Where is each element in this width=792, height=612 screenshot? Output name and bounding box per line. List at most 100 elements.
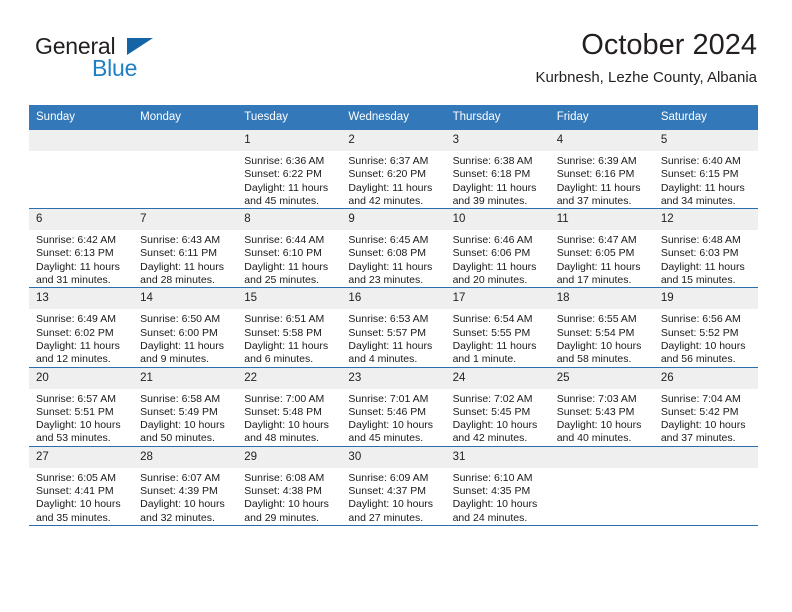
- calendar-week-row: 27 Sunrise: 6:05 AM Sunset: 4:41 PM Dayligh…: [29, 446, 758, 526]
- sunset-text: Sunset: 5:58 PM: [244, 326, 322, 339]
- sunrise-text: Sunrise: 6:49 AM: [36, 313, 116, 326]
- daylight-text: Daylight: 10 hours and 56 minutes.: [660, 339, 746, 366]
- calendar-day-cell[interactable]: 22 Sunrise: 7:00 AM Sunset: 5:48 PM Dayligh…: [237, 367, 342, 447]
- daylight-text: Daylight: 11 hours and 4 minutes.: [348, 339, 433, 366]
- sunset-text: Sunset: 6:16 PM: [556, 168, 635, 181]
- daylight-text: Daylight: 11 hours and 25 minutes.: [244, 260, 329, 287]
- day-number: [133, 130, 238, 151]
- day-info: Sunrise: 6:55 AM Sunset: 5:54 PM Daylight:…: [550, 309, 654, 366]
- sunset-text: Sunset: 5:57 PM: [348, 326, 427, 339]
- weekday-header-tuesday: Tuesday: [237, 105, 342, 130]
- day-info: Sunrise: 6:44 AM Sunset: 6:10 PM Daylight:…: [237, 230, 341, 287]
- calendar-day-cell[interactable]: 20 Sunrise: 6:57 AM Sunset: 5:51 PM Dayligh…: [29, 367, 134, 447]
- calendar-day-cell[interactable]: 31 Sunrise: 6:10 AM Sunset: 4:35 PM Dayligh…: [445, 446, 550, 526]
- day-info: Sunrise: 7:00 AM Sunset: 5:48 PM Daylight:…: [237, 389, 341, 446]
- day-number: 16: [341, 288, 446, 310]
- sunrise-text: Sunrise: 6:37 AM: [348, 155, 429, 167]
- sunrise-text: Sunrise: 6:45 AM: [348, 234, 429, 247]
- sunset-text: Sunset: 4:37 PM: [348, 485, 427, 498]
- sunrise-text: Sunrise: 6:10 AM: [452, 471, 533, 484]
- calendar-day-cell[interactable]: 17 Sunrise: 6:54 AM Sunset: 5:55 PM Dayligh…: [445, 287, 550, 368]
- calendar-day-cell[interactable]: 7 Sunrise: 6:43 AM Sunset: 6:11 PM Daylight…: [133, 208, 238, 289]
- calendar-day-cell[interactable]: 21 Sunrise: 6:58 AM Sunset: 5:49 PM Dayligh…: [133, 367, 238, 447]
- calendar-day-cell[interactable]: 3 Sunrise: 6:38 AM Sunset: 6:18 PM Daylight…: [445, 130, 550, 210]
- sunset-text: Sunset: 4:39 PM: [140, 485, 218, 498]
- calendar-day-cell[interactable]: 6 Sunrise: 6:42 AM Sunset: 6:13 PM Daylight…: [29, 208, 134, 289]
- calendar-day-cell[interactable]: 2 Sunrise: 6:37 AM Sunset: 6:20 PM Daylight…: [341, 130, 446, 210]
- calendar-day-cell[interactable]: 28 Sunrise: 6:07 AM Sunset: 4:39 PM Dayligh…: [133, 446, 238, 526]
- daylight-text: Daylight: 11 hours and 20 minutes.: [452, 260, 537, 287]
- sunrise-text: Sunrise: 6:51 AM: [244, 313, 325, 326]
- calendar-day-cell[interactable]: 12 Sunrise: 6:48 AM Sunset: 6:03 PM Dayligh…: [653, 208, 758, 289]
- daylight-text: Daylight: 11 hours and 45 minutes.: [244, 181, 329, 207]
- calendar-day-cell[interactable]: 10 Sunrise: 6:46 AM Sunset: 6:06 PM Dayligh…: [445, 208, 550, 289]
- calendar-day-cell[interactable]: 23 Sunrise: 7:01 AM Sunset: 5:46 PM Dayligh…: [341, 367, 446, 447]
- sunrise-text: Sunrise: 6:53 AM: [348, 313, 429, 326]
- day-number: 25: [549, 367, 654, 389]
- calendar-day-cell[interactable]: 25 Sunrise: 7:03 AM Sunset: 5:43 PM Dayligh…: [549, 367, 654, 447]
- day-number: [653, 446, 758, 468]
- sunrise-text: Sunrise: 6:09 AM: [348, 471, 429, 484]
- sunset-text: Sunset: 6:02 PM: [36, 326, 114, 339]
- sunset-text: Sunset: 6:15 PM: [660, 168, 739, 181]
- calendar-day-cell[interactable]: 1 Sunrise: 6:36 AM Sunset: 6:22 PM Daylight…: [237, 130, 342, 210]
- calendar-day-cell[interactable]: 24 Sunrise: 7:02 AM Sunset: 5:45 PM Dayligh…: [445, 367, 550, 447]
- sunrise-text: Sunrise: 6:55 AM: [556, 313, 637, 326]
- calendar-day-cell[interactable]: 19 Sunrise: 6:56 AM Sunset: 5:52 PM Dayligh…: [653, 287, 758, 368]
- day-number: 28: [133, 446, 238, 468]
- day-number: 24: [445, 367, 550, 389]
- daylight-text: Daylight: 11 hours and 9 minutes.: [140, 339, 224, 366]
- page-header: General Blue October 2024 Kurbnesh, Lezh…: [0, 0, 792, 100]
- day-number: 22: [237, 367, 342, 389]
- calendar-day-cell[interactable]: 5 Sunrise: 6:40 AM Sunset: 6:15 PM Daylight…: [653, 130, 758, 210]
- sunset-text: Sunset: 6:06 PM: [452, 247, 531, 260]
- calendar-day-cell[interactable]: 16 Sunrise: 6:53 AM Sunset: 5:57 PM Dayligh…: [341, 287, 446, 368]
- calendar-week-row: 1 Sunrise: 6:36 AM Sunset: 6:22 PM Daylight…: [29, 130, 758, 210]
- day-info: Sunrise: 6:10 AM Sunset: 4:35 PM Daylight:…: [446, 468, 550, 525]
- sunrise-text: Sunrise: 6:05 AM: [36, 471, 116, 484]
- day-number: 4: [549, 130, 654, 151]
- calendar-day-cell[interactable]: 11 Sunrise: 6:47 AM Sunset: 6:05 PM Dayligh…: [549, 208, 654, 289]
- calendar-day-cell[interactable]: 4 Sunrise: 6:39 AM Sunset: 6:16 PM Daylight…: [549, 130, 654, 210]
- sunset-text: Sunset: 6:08 PM: [348, 247, 427, 260]
- day-info: Sunrise: 6:37 AM Sunset: 6:20 PM Daylight:…: [341, 151, 445, 208]
- day-info: Sunrise: 6:07 AM Sunset: 4:39 PM Daylight:…: [133, 468, 237, 525]
- daylight-text: Daylight: 11 hours and 23 minutes.: [348, 260, 433, 287]
- calendar-day-cell[interactable]: 14 Sunrise: 6:50 AM Sunset: 6:00 PM Dayligh…: [133, 287, 238, 368]
- calendar-day-cell[interactable]: 13 Sunrise: 6:49 AM Sunset: 6:02 PM Dayligh…: [29, 287, 134, 368]
- daylight-text: Daylight: 10 hours and 37 minutes.: [660, 419, 746, 445]
- calendar-day-cell[interactable]: 15 Sunrise: 6:51 AM Sunset: 5:58 PM Dayligh…: [237, 287, 342, 368]
- sunrise-text: Sunrise: 6:58 AM: [140, 392, 221, 405]
- sunset-text: Sunset: 4:41 PM: [36, 485, 114, 498]
- calendar-day-cell[interactable]: 29 Sunrise: 6:08 AM Sunset: 4:38 PM Dayligh…: [237, 446, 342, 526]
- calendar-day-cell[interactable]: 8 Sunrise: 6:44 AM Sunset: 6:10 PM Daylight…: [237, 208, 342, 289]
- sunrise-text: Sunrise: 6:40 AM: [660, 155, 741, 167]
- daylight-text: Daylight: 11 hours and 34 minutes.: [660, 181, 745, 207]
- calendar-day-cell[interactable]: 26 Sunrise: 7:04 AM Sunset: 5:42 PM Dayligh…: [653, 367, 758, 447]
- calendar-day-cell[interactable]: 18 Sunrise: 6:55 AM Sunset: 5:54 PM Dayligh…: [549, 287, 654, 368]
- calendar-day-cell[interactable]: 9 Sunrise: 6:45 AM Sunset: 6:08 PM Daylight…: [341, 208, 446, 289]
- general-blue-logo[interactable]: General Blue: [35, 33, 255, 85]
- daylight-text: Daylight: 11 hours and 17 minutes.: [556, 260, 641, 287]
- calendar-day-cell[interactable]: 30 Sunrise: 6:09 AM Sunset: 4:37 PM Dayligh…: [341, 446, 446, 526]
- day-info: Sunrise: 7:01 AM Sunset: 5:46 PM Daylight:…: [341, 389, 445, 446]
- day-number: 19: [653, 288, 758, 310]
- day-number: 17: [445, 288, 550, 310]
- title-block: October 2024 Kurbnesh, Lezhe County, Alb…: [535, 28, 757, 89]
- sunset-text: Sunset: 6:00 PM: [140, 326, 218, 339]
- sunset-text: Sunset: 5:51 PM: [36, 405, 114, 418]
- sunset-text: Sunset: 5:43 PM: [556, 405, 635, 418]
- day-info: Sunrise: 6:09 AM Sunset: 4:37 PM Daylight:…: [341, 468, 445, 525]
- day-info: Sunrise: 6:45 AM Sunset: 6:08 PM Daylight:…: [341, 230, 445, 287]
- daylight-text: Daylight: 11 hours and 6 minutes.: [244, 339, 329, 366]
- day-info: Sunrise: 6:57 AM Sunset: 5:51 PM Daylight:…: [29, 389, 133, 446]
- day-number: 10: [445, 209, 550, 231]
- day-number: 2: [341, 130, 446, 151]
- sunrise-text: Sunrise: 6:43 AM: [140, 234, 221, 247]
- day-info: Sunrise: 6:49 AM Sunset: 6:02 PM Daylight:…: [29, 309, 133, 366]
- sunset-text: Sunset: 4:38 PM: [244, 485, 322, 498]
- calendar-day-cell[interactable]: 27 Sunrise: 6:05 AM Sunset: 4:41 PM Dayligh…: [29, 446, 134, 526]
- sunset-text: Sunset: 5:48 PM: [244, 405, 322, 418]
- daylight-text: Daylight: 10 hours and 45 minutes.: [348, 419, 434, 445]
- day-info: Sunrise: 6:39 AM Sunset: 6:16 PM Daylight:…: [550, 151, 654, 208]
